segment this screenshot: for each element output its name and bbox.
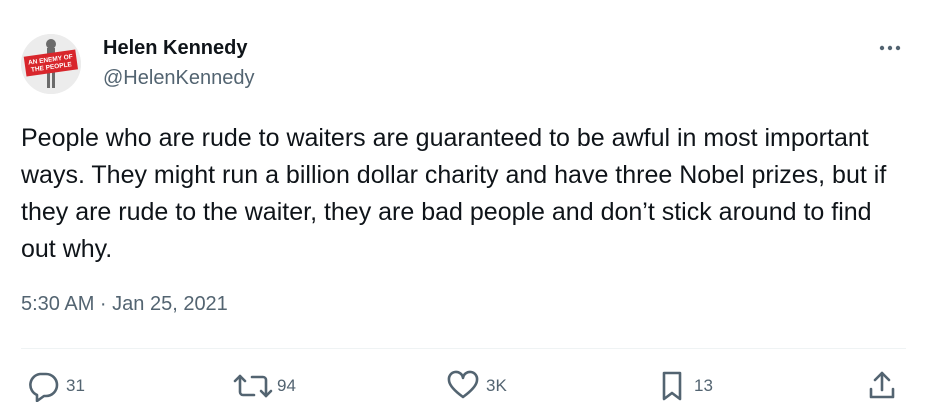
tweet-card: AN ENEMY OF THE PEOPLE Helen Kennedy @He… [0,0,929,417]
tweet-timestamp[interactable]: 5:30 AM · Jan 25, 2021 [21,293,228,316]
bookmark-icon [660,370,684,402]
more-button[interactable] [872,34,908,62]
bookmark-button[interactable]: 13 [660,370,713,402]
avatar[interactable]: AN ENEMY OF THE PEOPLE [21,34,81,94]
like-count: 3K [486,376,507,395]
author-handle[interactable]: @HelenKennedy [103,67,255,90]
reply-icon [26,370,60,402]
like-button[interactable]: 3K [446,370,507,402]
tweet-text: People who are rude to waiters are guara… [21,124,887,263]
author-name[interactable]: Helen Kennedy [103,37,247,60]
reply-button[interactable]: 31 [26,370,85,402]
more-horizontal-icon [878,39,902,57]
share-icon [866,370,898,402]
retweet-count: 94 [277,376,296,395]
divider [21,348,906,349]
retweet-icon [231,370,275,402]
retweet-button[interactable]: 94 [231,370,296,402]
bookmark-count: 13 [694,376,713,395]
reply-count: 31 [66,376,85,395]
heart-icon [446,370,480,402]
share-button[interactable] [866,370,898,402]
